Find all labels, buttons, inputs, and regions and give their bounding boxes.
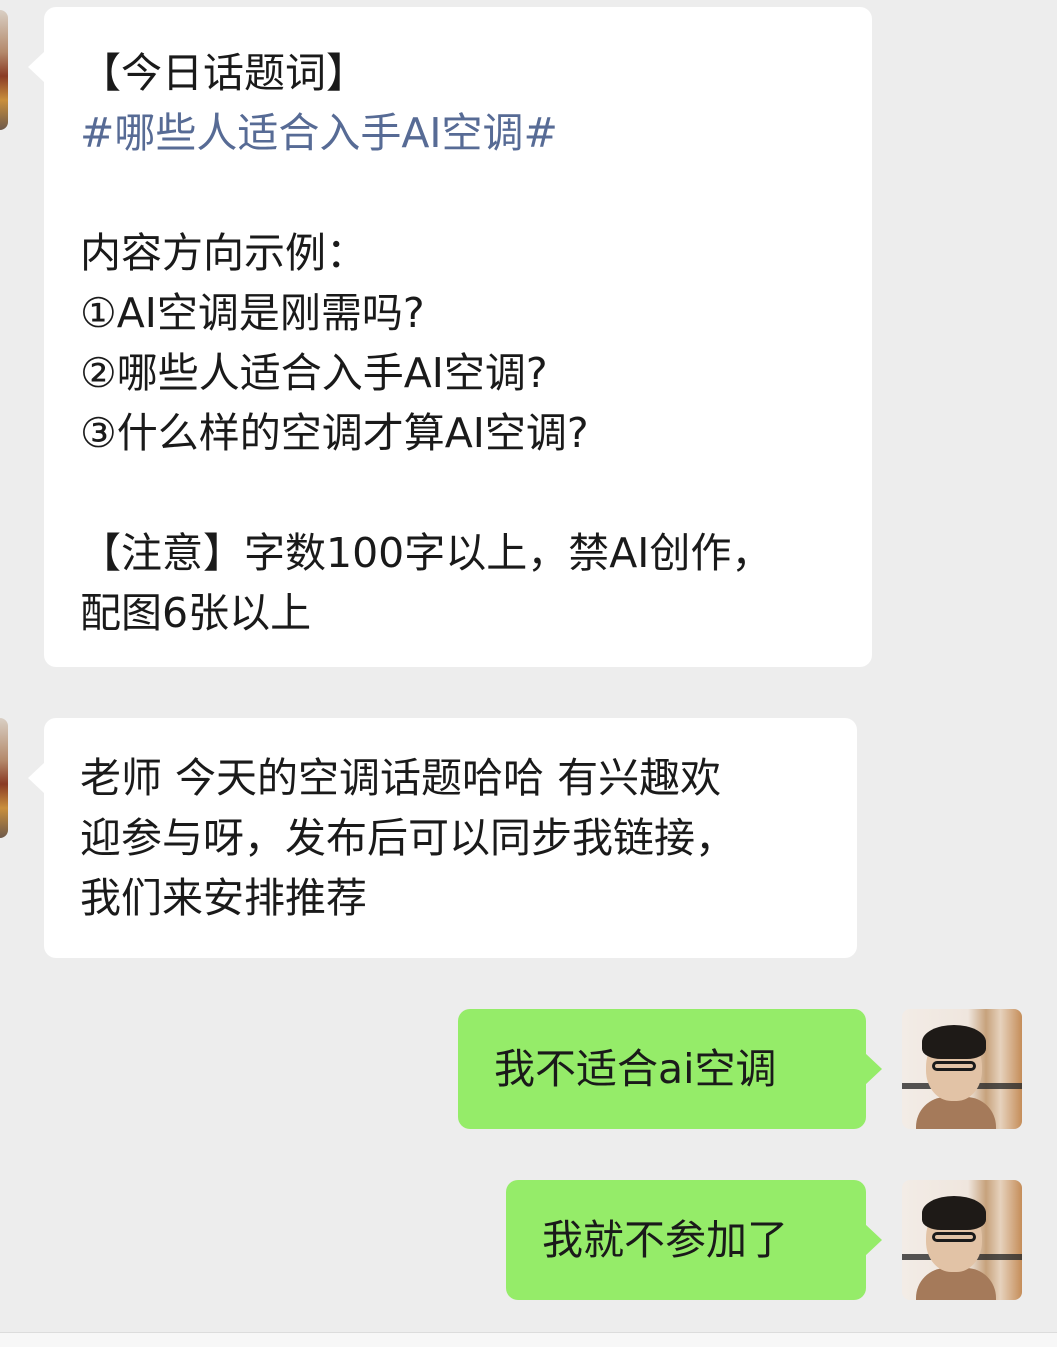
message-line: ②哪些人适合入手AI空调? (80, 349, 548, 397)
message-line: 【注意】字数100字以上，禁AI创作， (80, 529, 773, 577)
message-text: 【今日话题词】 #哪些人适合入手AI空调# 内容方向示例： ①AI空调是刚需吗? ②哪些… (80, 43, 836, 643)
avatar-body (916, 1268, 996, 1300)
incoming-message-bubble[interactable]: 老师 今天的空调话题哈哈 有兴趣欢 迎参与呀，发布后可以同步我链接， 我们来安排推荐 (28, 718, 857, 958)
avatar-hair (922, 1196, 986, 1230)
incoming-message-bubble[interactable]: 【今日话题词】 #哪些人适合入手AI空调# 内容方向示例： ①AI空调是刚需吗? ②哪些… (28, 7, 872, 667)
sender-avatar[interactable] (0, 718, 8, 838)
hashtag-link[interactable]: #哪些人适合入手AI空调# (80, 103, 836, 163)
message-line: 我们来安排推荐 (80, 874, 367, 922)
outgoing-message-bubble[interactable]: 我就不参加了 (506, 1180, 882, 1300)
message-line: ①AI空调是刚需吗? (80, 289, 425, 337)
message-text: 我就不参加了 (542, 1216, 788, 1264)
bubble-tail (28, 762, 45, 794)
message-line: 迎参与呀，发布后可以同步我链接， (80, 814, 736, 862)
message-line: 配图6张以上 (80, 589, 312, 637)
avatar-glasses (932, 1061, 976, 1071)
message-line: 内容方向示例： (80, 229, 367, 277)
bubble-tail (865, 1224, 882, 1256)
avatar-hair (922, 1025, 986, 1059)
avatar-body (916, 1097, 996, 1129)
avatar-glasses (932, 1232, 976, 1242)
message-line: ③什么样的空调才算AI空调? (80, 409, 589, 457)
message-line: 老师 今天的空调话题哈哈 有兴趣欢 (80, 754, 722, 802)
input-bar-edge (0, 1332, 1057, 1347)
user-avatar[interactable] (902, 1180, 1022, 1300)
outgoing-message-bubble[interactable]: 我不适合ai空调 (458, 1009, 882, 1129)
message-text: 我不适合ai空调 (494, 1045, 777, 1093)
bubble-tail (28, 51, 45, 83)
message-line: 【今日话题词】 (80, 49, 367, 97)
message-text: 老师 今天的空调话题哈哈 有兴趣欢 迎参与呀，发布后可以同步我链接， 我们来安排推荐 (80, 748, 821, 928)
user-avatar[interactable] (902, 1009, 1022, 1129)
bubble-tail (865, 1053, 882, 1085)
sender-avatar[interactable] (0, 10, 8, 130)
